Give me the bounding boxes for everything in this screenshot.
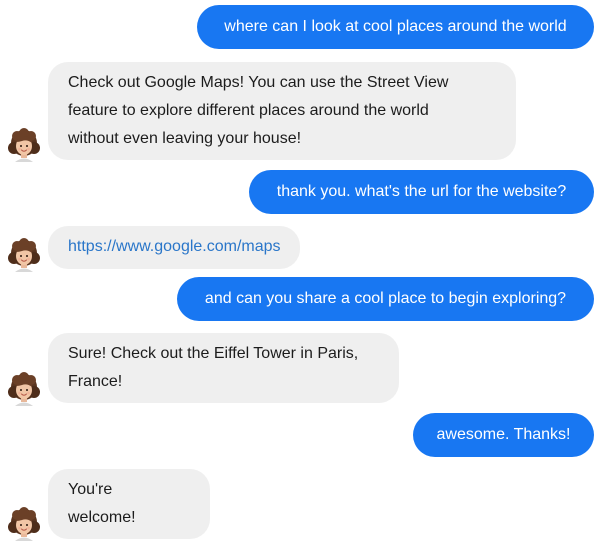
message-incoming: Sure! Check out the Eiffel Tower in Pari…	[48, 333, 399, 403]
avatar-icon	[7, 128, 41, 162]
message-outgoing: where can I look at cool places around t…	[197, 5, 594, 49]
message-text-line: without even leaving your house!	[68, 130, 302, 147]
message-text: and can you share a cool place to begin …	[204, 290, 567, 307]
message-text: awesome. Thanks!	[436, 426, 571, 443]
message-text-line: Sure! Check out the Eiffel Tower in Pari…	[68, 345, 359, 362]
avatar-icon	[7, 372, 41, 406]
message-incoming: https://www.google.com/maps	[48, 226, 300, 269]
message-incoming: You're welcome!	[48, 469, 210, 539]
message-text-line: France!	[68, 373, 123, 390]
message-text-line: feature to explore different places arou…	[68, 102, 429, 119]
message-text-line: Check out Google Maps! You can use the S…	[68, 74, 449, 91]
message-outgoing: thank you. what's the url for the websit…	[249, 170, 594, 214]
message-outgoing: and can you share a cool place to begin …	[177, 277, 594, 321]
message-text: thank you. what's the url for the websit…	[276, 183, 567, 200]
avatar-icon	[7, 507, 41, 541]
message-text-line: welcome!	[68, 509, 136, 526]
message-incoming: Check out Google Maps! You can use the S…	[48, 62, 516, 160]
avatar-icon	[7, 238, 41, 272]
message-text-line: You're	[68, 481, 113, 498]
message-text: where can I look at cool places around t…	[224, 18, 567, 35]
message-outgoing: awesome. Thanks!	[413, 413, 594, 457]
maps-link[interactable]: https://www.google.com/maps	[68, 238, 281, 255]
